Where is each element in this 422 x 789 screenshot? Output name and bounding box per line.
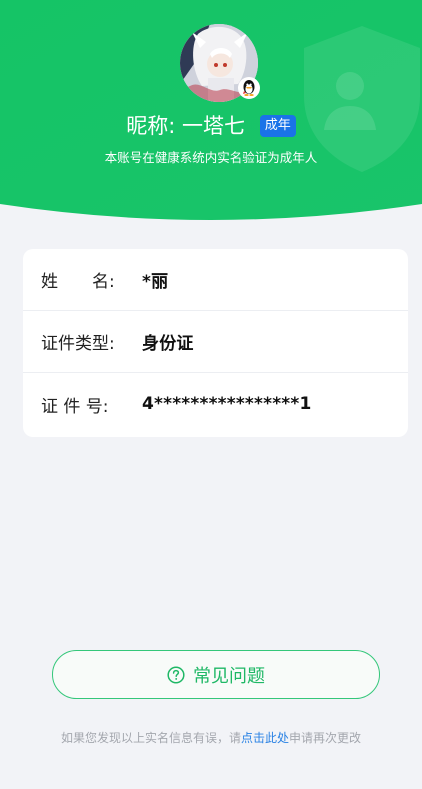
info-row-label: 证件类型:: [41, 334, 115, 354]
info-row-name: 姓 名: *丽: [23, 249, 408, 311]
info-row-value: *丽: [142, 272, 169, 292]
nickname: 一塔七: [182, 114, 246, 138]
verification-header: 昵称: 一塔七 成年 本账号在健康系统内实名验证为成年人: [0, 0, 422, 225]
footer-note: 如果您发现以上实名信息有误，请点击此处申请再次更改: [0, 729, 422, 746]
info-row-label: 证 件 号:: [41, 396, 109, 417]
info-row-value: 身份证: [142, 334, 194, 354]
info-row-label: 姓 名:: [41, 272, 115, 292]
footer-suffix: 申请再次更改: [289, 731, 362, 745]
faq-button[interactable]: 常见问题: [52, 650, 380, 699]
footer-prefix: 如果您发现以上实名信息有误，请: [60, 731, 241, 745]
nickname-label: 昵称:: [126, 114, 176, 138]
question-circle-icon: [167, 665, 185, 684]
info-row-value: 4****************1: [142, 394, 312, 414]
avatar: [180, 24, 260, 102]
info-row-id-number: 证 件 号: 4****************1: [23, 373, 408, 435]
identity-info-card: 姓 名: *丽 证件类型: 身份证 证 件 号: 4**************…: [23, 249, 408, 437]
age-badge: 成年: [259, 115, 296, 137]
info-row-id-type: 证件类型: 身份证: [23, 311, 408, 373]
change-info-link[interactable]: 点击此处: [241, 731, 289, 745]
verification-description: 本账号在健康系统内实名验证为成年人: [104, 150, 318, 165]
nickname-row: 昵称: 一塔七 成年: [0, 111, 422, 140]
qq-penguin-icon: [238, 77, 260, 99]
faq-label: 常见问题: [193, 665, 265, 687]
